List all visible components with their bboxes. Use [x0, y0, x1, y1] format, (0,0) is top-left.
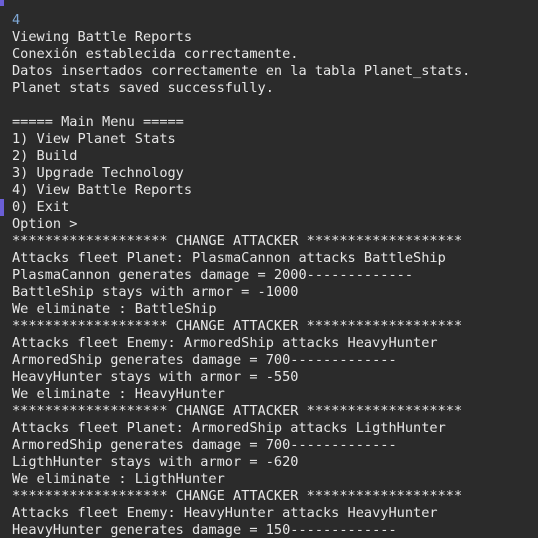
console-line: ArmoredShip generates damage = 700------…: [12, 437, 397, 453]
console-line: Attacks fleet Enemy: HeavyHunter attacks…: [12, 505, 438, 521]
console-line: ******************* CHANGE ATTACKER ****…: [12, 318, 463, 334]
console-line: Option >: [12, 216, 78, 232]
console-line: HeavyHunter generates damage = 150------…: [12, 522, 397, 538]
console-line: Viewing Battle Reports: [12, 29, 193, 45]
console-line: ArmoredShip generates damage = 700------…: [12, 352, 397, 368]
console-line: 2) Build: [12, 148, 78, 164]
console-line: We eliminate : BattleShip: [12, 301, 217, 317]
console-line: ******************* CHANGE ATTACKER ****…: [12, 403, 463, 419]
console-line: ******************* CHANGE ATTACKER ****…: [12, 488, 463, 504]
console-line: 4: [12, 12, 21, 28]
console-line: We eliminate : HeavyHunter: [12, 386, 225, 402]
input-line-marker: [0, 0, 4, 6]
console-line: PlasmaCannon generates damage = 2000----…: [12, 267, 414, 283]
console-line: LigthHunter stays with armor = -620: [12, 454, 299, 470]
console-line: 1) View Planet Stats: [12, 131, 176, 147]
console-line: 4) View Battle Reports: [12, 182, 193, 198]
console-line: HeavyHunter stays with armor = -550: [12, 369, 299, 385]
console-output-panel[interactable]: 4 Viewing Battle Reports Conexión establec…: [0, 0, 538, 538]
console-line: 3) Upgrade Technology: [12, 165, 184, 181]
console-line: Planet stats saved successfully.: [12, 80, 274, 96]
console-line: Attacks fleet Planet: ArmoredShip attack…: [12, 420, 446, 436]
console-line: Conexión establecida correctamente.: [12, 46, 299, 62]
console-line: Attacks fleet Planet: PlasmaCannon attac…: [12, 250, 446, 266]
console-line: Datos insertados correctamente en la tab…: [12, 63, 471, 79]
console-line: We eliminate : LigthHunter: [12, 471, 225, 487]
console-line: ******************* CHANGE ATTACKER ****…: [12, 233, 463, 249]
console-line: Attacks fleet Enemy: ArmoredShip attacks…: [12, 335, 438, 351]
console-line: BattleShip stays with armor = -1000: [12, 284, 299, 300]
console-line: 0) Exit: [12, 199, 70, 215]
console-lines: 4 Viewing Battle Reports Conexión establec…: [12, 12, 470, 538]
input-line-marker: [0, 199, 4, 216]
console-line: ===== Main Menu =====: [12, 114, 184, 130]
